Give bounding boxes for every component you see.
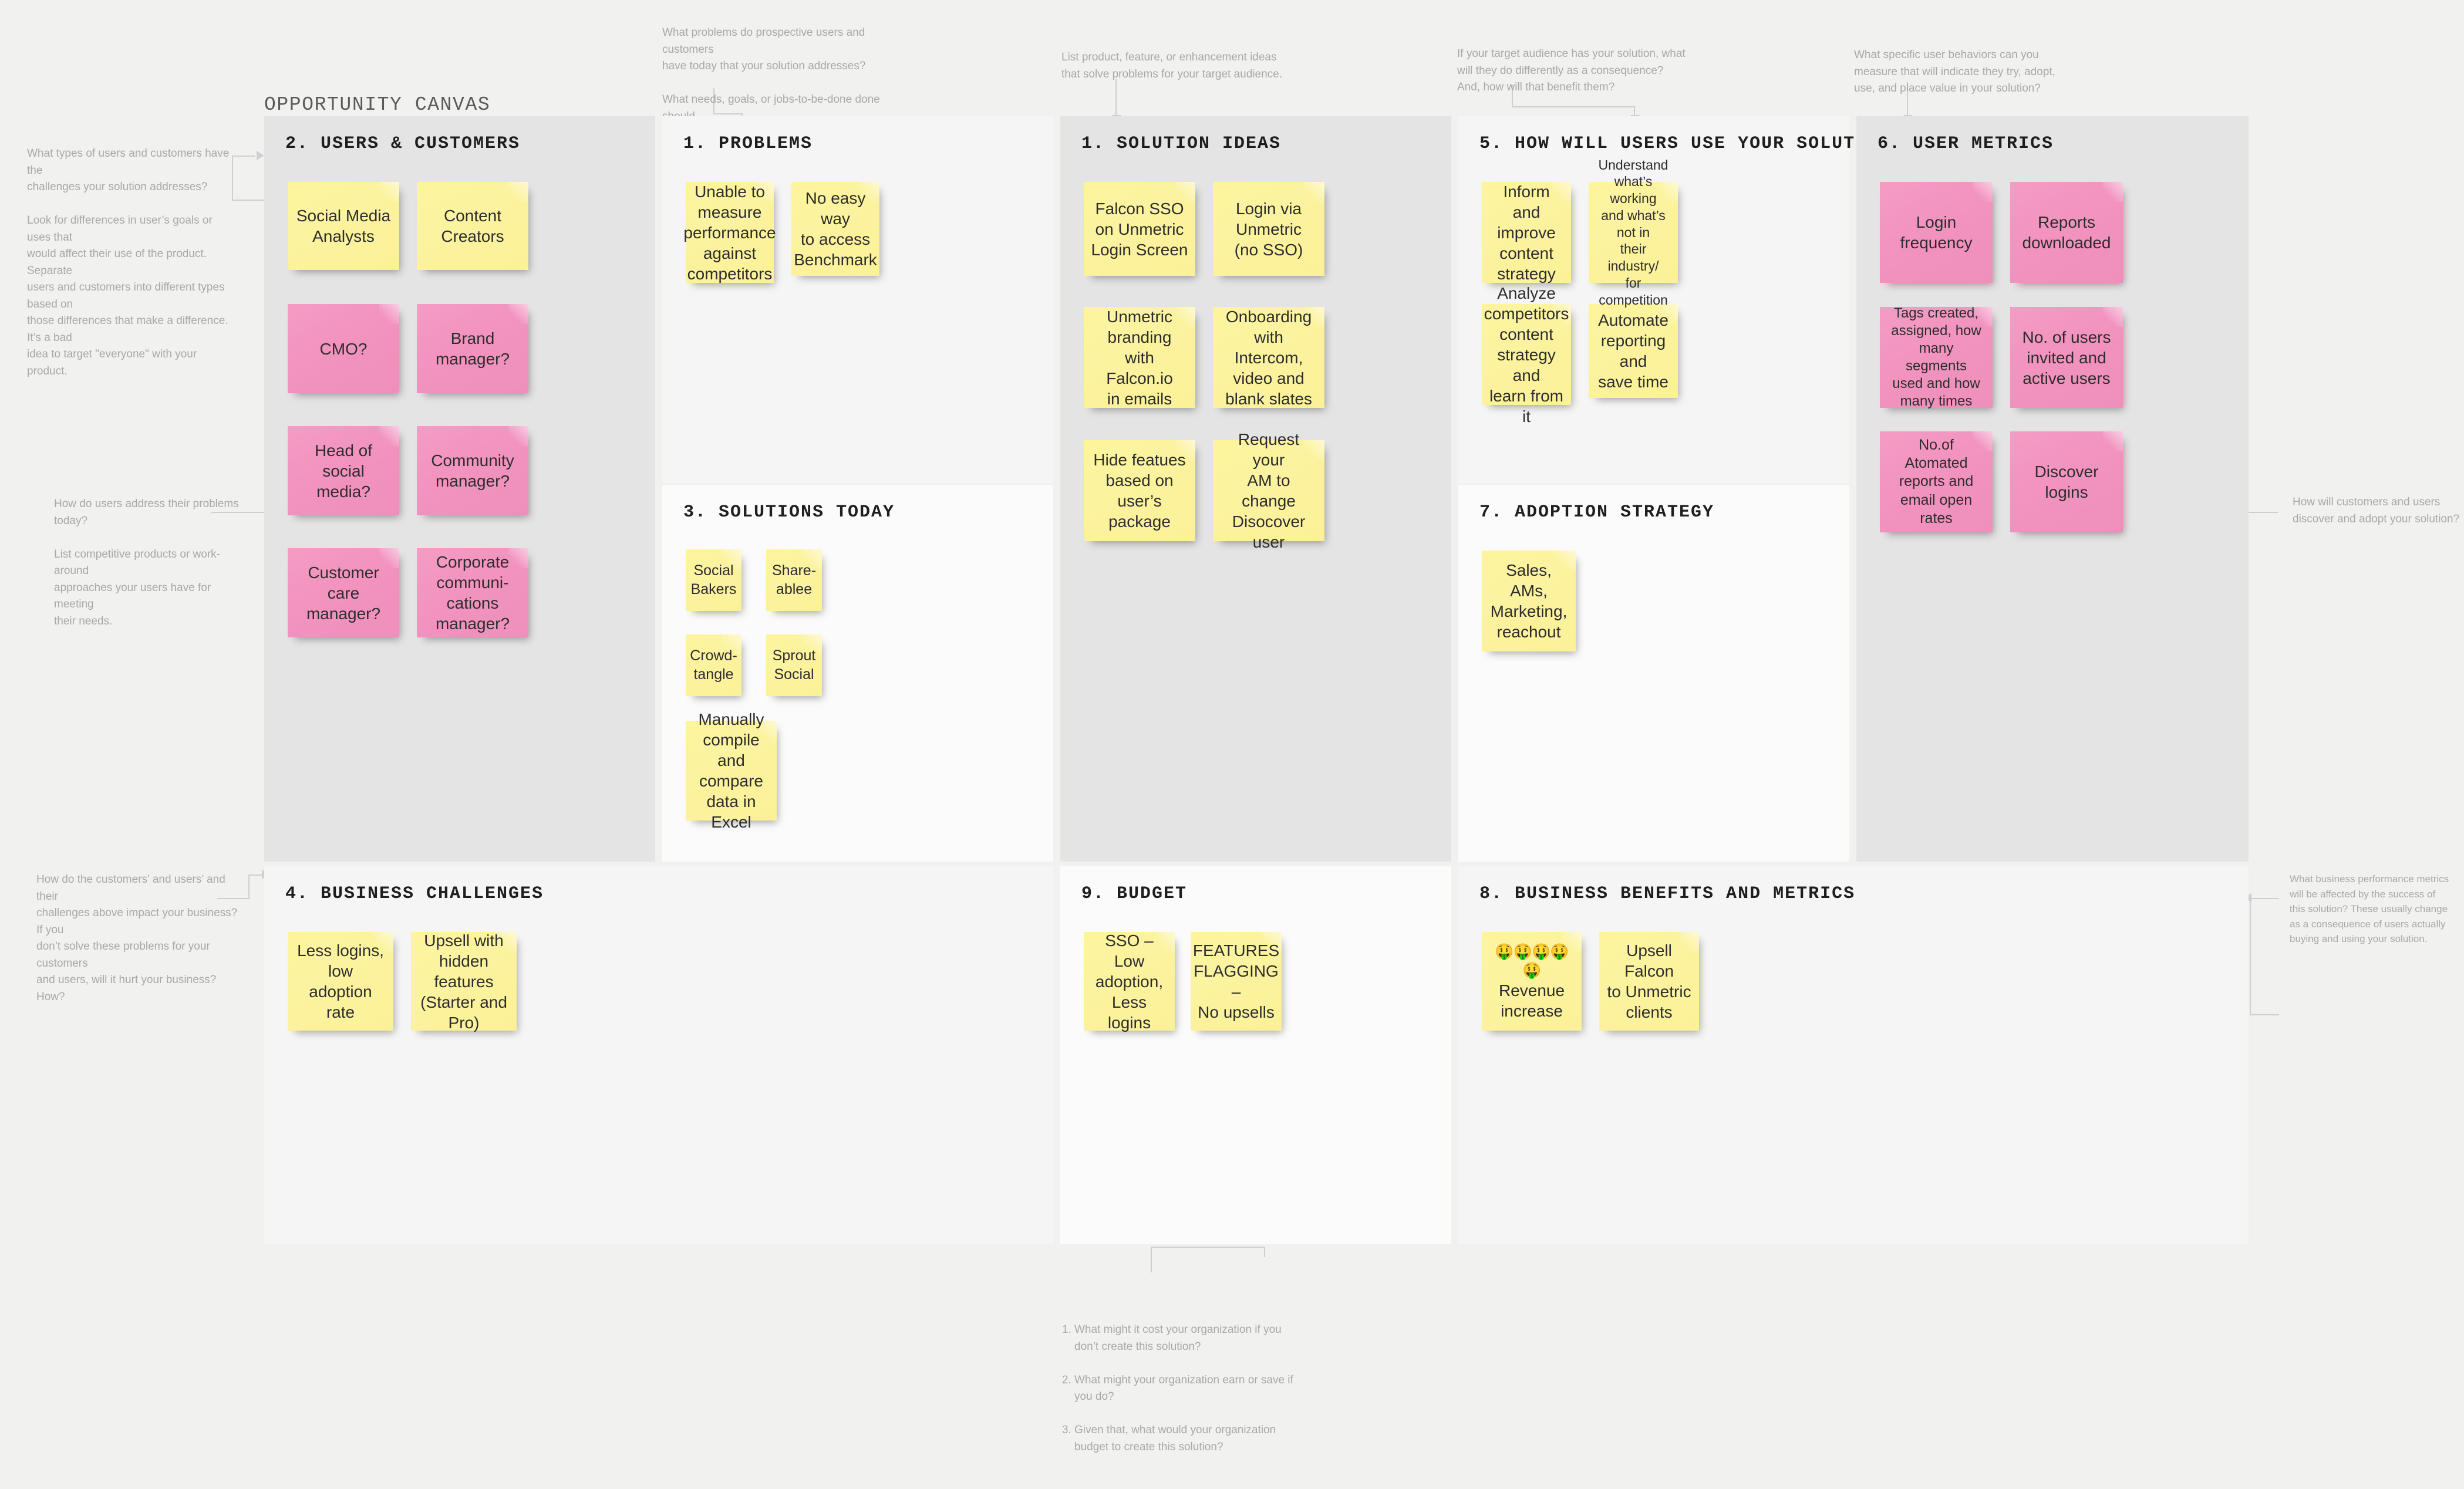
sticky-note[interactable]: Falcon SSO on Unmetric Login Screen [1084, 182, 1195, 276]
sticky-note[interactable]: Brand manager? [417, 304, 528, 393]
sticky-note[interactable]: Social Media Analysts [288, 182, 399, 270]
panel-business-benefits[interactable]: 8. BUSINESS BENEFITS AND METRICS 🤑🤑🤑🤑🤑 R… [1458, 866, 2249, 1244]
sticky-note[interactable]: Analyze competitors content strategy and… [1482, 284, 1571, 426]
hint-benefits: What business performance metrics will b… [2290, 873, 2449, 944]
opportunity-canvas-root: OPPORTUNITY CANVAS What types of users a… [0, 0, 2464, 1453]
panel-problems[interactable]: 1. PROBLEMS Unable to measure performanc… [662, 116, 1053, 483]
panel-budget[interactable]: 9. BUDGET SSO – Low adoption, Less login… [1060, 866, 1451, 1244]
panel-title-users: 2. USERS & CUSTOMERS [285, 134, 521, 154]
sticky-note[interactable]: Request your AM to change Disocover user [1213, 430, 1324, 551]
hint-solutions-today: How do users address their problems toda… [54, 498, 239, 627]
panel-title-solutions-today: 3. SOLUTIONS TODAY [683, 502, 895, 522]
sticky-note[interactable]: Content Creators [417, 182, 528, 270]
money-mouth-emoji-row: 🤑🤑🤑🤑🤑 [1495, 942, 1569, 980]
sticky-note[interactable]: No.of Atomated reports and email open ra… [1880, 431, 1993, 532]
hint-budget-list: What might it cost your organization if … [1057, 1305, 1303, 1473]
sticky-note[interactable]: Tags created, assigned, how many segment… [1880, 305, 1993, 409]
sticky-note[interactable]: Reports downloaded [2010, 182, 2123, 283]
panel-title-adoption: 7. ADOPTION STRATEGY [1479, 502, 1715, 522]
sticky-note[interactable]: No easy way to access Benchmark [791, 182, 879, 276]
hint-solution-ideas: List product, feature, or enhancement id… [1061, 51, 1282, 80]
sticky-note[interactable]: Sales, AMs, Marketing, reachout [1482, 551, 1576, 651]
panel-business-challenges[interactable]: 4. BUSINESS CHALLENGES Less logins, low … [264, 866, 1053, 1244]
hint-budget: What might it cost your organization if … [1057, 1288, 1303, 1489]
panel-adoption-strategy[interactable]: 7. ADOPTION STRATEGY Sales, AMs, Marketi… [1458, 485, 1849, 862]
panel-title-benefits: 8. BUSINESS BENEFITS AND METRICS [1479, 884, 1856, 904]
sticky-note[interactable]: No. of users invited and active users [2010, 307, 2123, 408]
hint-user-metrics: What specific user behaviors can you mea… [1854, 49, 2055, 94]
sticky-note[interactable]: Community manager? [417, 426, 528, 515]
sticky-note[interactable]: SSO – Low adoption, Less logins [1084, 931, 1175, 1032]
page-title: OPPORTUNITY CANVAS [264, 94, 491, 116]
sticky-note[interactable]: Upsell Falcon to Unmetric clients [1599, 932, 1699, 1031]
sticky-note[interactable]: Inform and improve content strategy [1482, 182, 1571, 283]
panel-solution-ideas[interactable]: 1. SOLUTION IDEAS Falcon SSO on Unmetric… [1060, 116, 1451, 862]
sticky-note[interactable]: Customer care manager? [288, 548, 399, 637]
hint-budget-item: Given that, what would your organization… [1074, 1422, 1303, 1456]
hint-budget-item: What might it cost your organization if … [1074, 1322, 1303, 1355]
sticky-note[interactable]: 🤑🤑🤑🤑🤑 Revenue increase [1482, 932, 1582, 1031]
panel-user-metrics[interactable]: 6. USER METRICS Login frequency Reports … [1856, 116, 2249, 862]
sticky-note[interactable]: CMO? [288, 304, 399, 393]
sticky-note[interactable]: Understand what’s working and what’s not… [1589, 157, 1678, 308]
canvas-board: 2. USERS & CUSTOMERS Social Media Analys… [264, 116, 2249, 1244]
hint-how-use: If your target audience has your solutio… [1457, 48, 1686, 93]
sticky-note[interactable]: Login via Unmetric (no SSO) [1213, 182, 1324, 276]
sticky-note[interactable]: Crowd- tangle [686, 634, 741, 696]
sticky-note[interactable]: Share- ablee [766, 549, 822, 611]
panel-title-business-challenges: 4. BUSINESS CHALLENGES [285, 884, 544, 904]
sticky-note[interactable]: Discover logins [2010, 431, 2123, 532]
hint-users: What types of users and customers have t… [27, 147, 230, 377]
panel-title-how-use: 5. HOW WILL USERS USE YOUR SOLUTION? [1479, 134, 1903, 154]
sticky-note[interactable]: Corporate communi- cations manager? [417, 548, 528, 637]
panel-solutions-today[interactable]: 3. SOLUTIONS TODAY Social Bakers Share- … [662, 485, 1053, 862]
sticky-note[interactable]: FEATURES FLAGGING – No upsells [1191, 932, 1282, 1031]
sticky-note[interactable]: Login frequency [1880, 182, 1993, 283]
hint-budget-item: What might your organization earn or sav… [1074, 1372, 1303, 1406]
panel-title-solution-ideas: 1. SOLUTION IDEAS [1081, 134, 1282, 154]
panel-users-customers[interactable]: 2. USERS & CUSTOMERS Social Media Analys… [264, 116, 655, 862]
sticky-note[interactable]: Less logins, low adoption rate [288, 932, 393, 1031]
hint-business-challenges: How do the customers’ and users’ and the… [36, 873, 238, 1003]
panel-how-will-users-use[interactable]: 5. HOW WILL USERS USE YOUR SOLUTION? Inf… [1458, 116, 1901, 483]
sticky-note[interactable]: Head of social media? [288, 426, 399, 515]
sticky-note[interactable]: Hide featues based on user’s package [1084, 440, 1195, 541]
sticky-note[interactable]: Manually compile and compare data in Exc… [686, 710, 777, 831]
sticky-note[interactable]: Upsell with hidden features (Starter and… [411, 931, 517, 1032]
sticky-note[interactable]: Automate reporting and save time [1589, 304, 1678, 398]
hint-adoption: How will customers and users discover an… [2293, 496, 2460, 525]
panel-title-budget: 9. BUDGET [1081, 884, 1188, 904]
panel-title-user-metrics: 6. USER METRICS [1878, 134, 2054, 154]
sticky-note[interactable]: Onboarding with Intercom, video and blan… [1213, 307, 1324, 408]
sticky-note[interactable]: Social Bakers [686, 549, 741, 611]
panel-title-problems: 1. PROBLEMS [683, 134, 813, 154]
sticky-note[interactable]: Unable to measure performance against co… [683, 182, 776, 283]
sticky-note[interactable]: Sprout Social [766, 634, 822, 696]
sticky-note[interactable]: Unmetric branding with Falcon.io in emai… [1084, 307, 1195, 408]
